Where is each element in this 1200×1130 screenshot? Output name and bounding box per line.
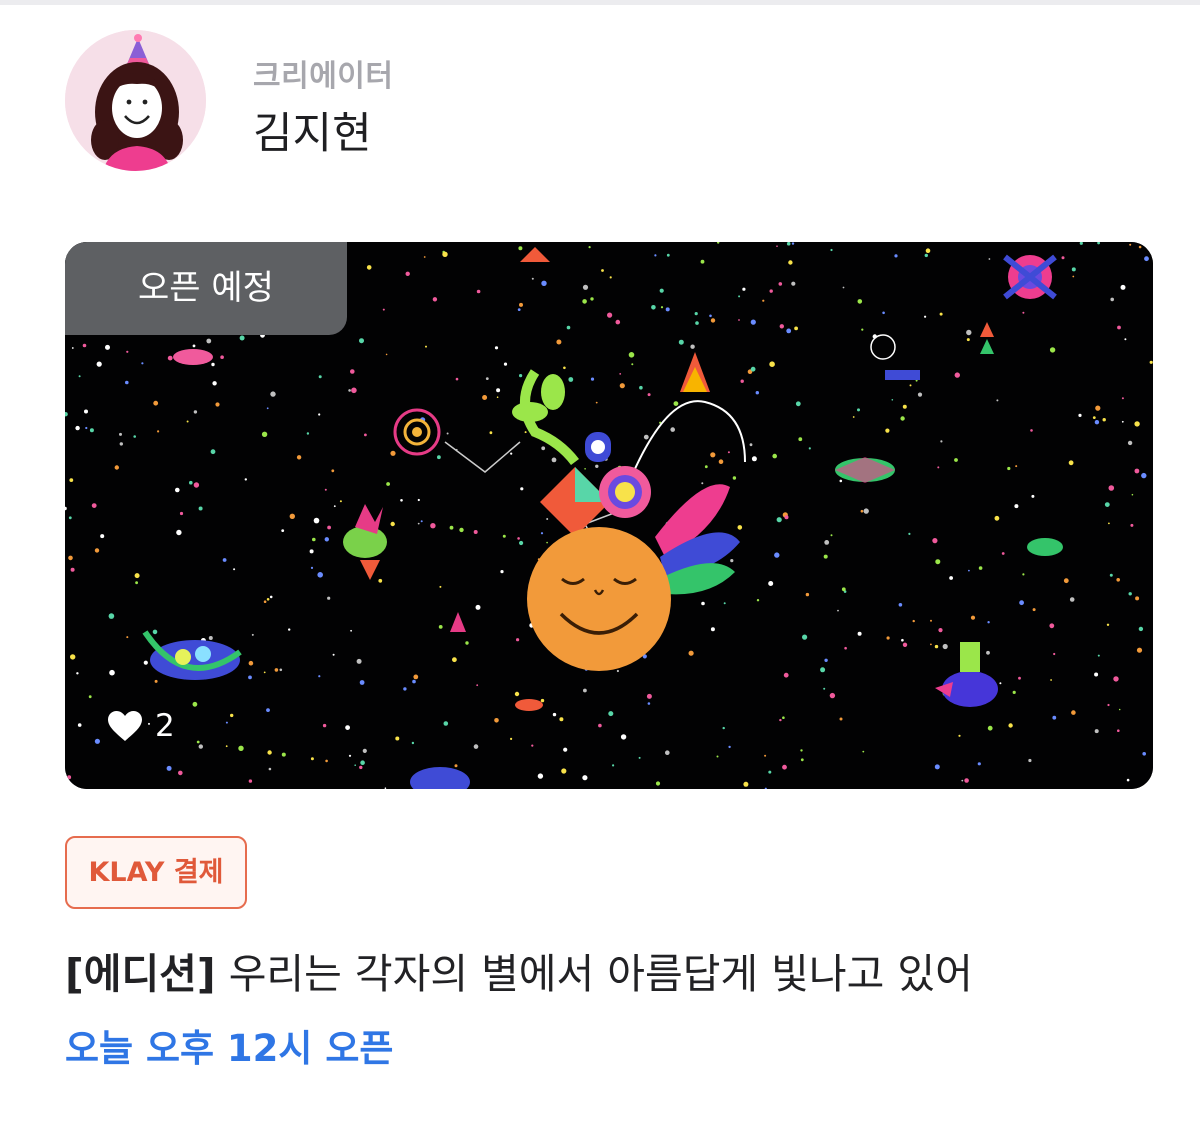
status-badge: 오픈 예정: [65, 242, 347, 335]
item-title-text: 우리는 각자의 별에서 아름답게 빛나고 있어: [228, 950, 973, 998]
creator-header[interactable]: 크리에이터 김지현: [65, 30, 865, 172]
edition-tag: [에디션]: [65, 950, 216, 998]
top-divider: [0, 0, 1200, 5]
artwork-card[interactable]: 오픈 예정 2: [65, 242, 1153, 789]
item-title[interactable]: [에디션] 우리는 각자의 별에서 아름답게 빛나고 있어: [65, 940, 973, 1000]
creator-role-label: 크리에이터: [253, 59, 394, 94]
like-button[interactable]: 2: [107, 706, 175, 746]
creator-name[interactable]: 김지현: [253, 99, 372, 161]
like-count: 2: [155, 708, 175, 744]
open-time-label: 오늘 오후 12시 오픈: [65, 1027, 394, 1070]
payment-method-badge: KLAY 결제: [65, 836, 247, 909]
heart-icon: [108, 711, 142, 741]
creator-avatar[interactable]: [65, 30, 206, 171]
